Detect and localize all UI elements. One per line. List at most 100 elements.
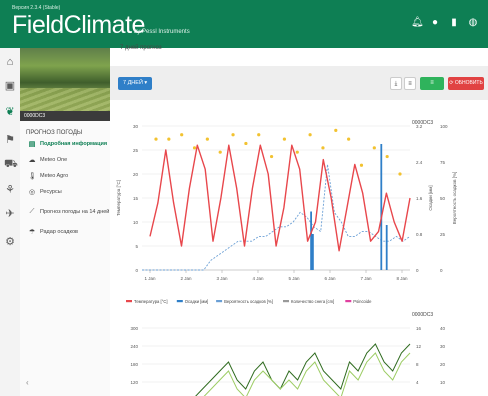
x-tick-label: 1 Jan: [144, 276, 156, 281]
precip-probability-line: [142, 164, 411, 271]
y-right-tick-label: 4: [416, 380, 419, 385]
precip-bar: [312, 234, 314, 270]
sidebar-item-label: Радар осадков: [40, 229, 78, 235]
legend-item: Вероятность осадков [%]: [224, 299, 273, 304]
weather-dot: [398, 172, 402, 176]
y-left-tick-label: 180: [130, 362, 138, 367]
precip-bar: [385, 225, 388, 270]
bar-chart-icon[interactable]: ▮: [449, 17, 459, 28]
icon-rail: ⌂ ▣ ❦ ⚑ ⛟ ⚘ ✈ ⚙: [0, 48, 21, 396]
line-chart-icon: ⟋: [29, 208, 35, 215]
x-tick-label: 6 Jan: [324, 276, 336, 281]
y-right-tick-label: 12: [416, 344, 422, 349]
weather-dot: [180, 133, 184, 137]
weather-dot: [385, 154, 389, 159]
legend-marker: [176, 300, 183, 303]
y-left-tick-label: 0: [135, 268, 138, 273]
weather-dot: [359, 163, 364, 167]
sidebar-section-title: ПРОГНОЗ ПОГОДЫ: [26, 130, 83, 136]
legend-item: Количество снега [cm]: [291, 299, 334, 304]
settings-icon[interactable]: ⚙: [4, 236, 16, 248]
sidebar-item-label: Meteo One: [40, 157, 68, 163]
station-photo: [20, 48, 110, 111]
y-right2-tick-label: 75: [440, 160, 446, 165]
sensor-icon[interactable]: ▣: [4, 80, 16, 92]
sidebar-item-forecast-14[interactable]: ⟋ Прогноз погоды на 14 дней: [28, 208, 110, 216]
x-tick-label: 8 Jan: [396, 276, 408, 281]
collapse-sidebar-icon[interactable]: ‹: [26, 378, 29, 387]
station-name[interactable]: 0000DC3: [20, 111, 110, 121]
chart-box-icon: ▤: [28, 141, 36, 148]
y-right2-tick-label: 20: [440, 362, 446, 367]
precip-bar: [380, 144, 383, 270]
brand-logo[interactable]: FieldClimate: [12, 10, 145, 40]
chart-title: 0000DC3: [412, 312, 433, 318]
home-icon[interactable]: ⌂: [4, 56, 16, 68]
sidebar-item-meteo-one[interactable]: ☁ Meteo One: [28, 156, 68, 164]
y-left-tick-label: 240: [130, 344, 138, 349]
legend-marker: [126, 300, 132, 303]
y-left-tick-label: 30: [133, 124, 139, 129]
weather-dot: [334, 128, 338, 132]
main-content: 7 дней прогноз 7 ДНЕЙ ▾ ⤓ ≡ ≡ ⟳ ОБНОВИТЬ…: [110, 45, 488, 396]
sidebar: 0000DC3 ПРОГНОЗ ПОГОДЫ ▤ Подробная инфор…: [20, 48, 111, 396]
legend-marker: [345, 300, 352, 303]
x-tick-label: 3 Jan: [216, 276, 228, 281]
sidebar-item-meteo-agro[interactable]: 🌡︎ Meteo Agro: [28, 172, 68, 180]
weather-dot: [269, 154, 274, 159]
y-right2-tick-label: 50: [440, 196, 446, 201]
y-left-axis-label: Температура [°C]: [116, 180, 121, 216]
leaf-icon[interactable]: ❦: [4, 106, 16, 118]
radar-icon: ☂: [28, 229, 36, 236]
legend-item: Осадки [мм]: [185, 299, 209, 304]
sidebar-item-resources[interactable]: ◎ Ресурсы: [28, 188, 62, 196]
weather-dot: [218, 150, 222, 154]
y-right2-tick-label: 40: [440, 326, 446, 331]
target-icon: ◎: [28, 189, 36, 196]
y-left-tick-label: 300: [130, 326, 138, 331]
series-dark-line: [195, 343, 411, 396]
legend-item: Psincoide: [353, 299, 372, 304]
weather-dot: [154, 137, 158, 141]
y-left-tick-label: 15: [133, 196, 139, 201]
x-tick-label: 4 Jan: [252, 276, 264, 281]
weather-dot: [347, 137, 351, 141]
y-left-tick-label: 20: [133, 172, 139, 177]
y-right-tick-label: 0.8: [416, 232, 423, 237]
y-right2-tick-label: 0: [440, 268, 443, 273]
top-bar: Версия 2.3.4 (Stable) FieldClimate by Pe…: [0, 0, 488, 48]
user-icon[interactable]: ●: [430, 17, 440, 28]
y-right2-tick-label: 25: [440, 232, 446, 237]
sidebar-item-details[interactable]: ▤ Подробная информация: [28, 140, 107, 148]
weather-dot: [282, 137, 287, 141]
bell-icon[interactable]: 🔔︎: [411, 17, 424, 28]
weather-dot: [167, 137, 171, 141]
globe-icon[interactable]: ◍: [468, 17, 478, 28]
cloud-icon: ☁: [28, 157, 36, 164]
y-right-tick-label: 8: [416, 362, 419, 367]
station-icon[interactable]: ⚘: [4, 184, 16, 196]
map-icon[interactable]: ⚑: [4, 134, 16, 146]
weather-dot: [321, 146, 325, 150]
sidebar-item-label: Подробная информация: [40, 141, 108, 147]
drone-icon[interactable]: ✈: [4, 208, 16, 220]
y-right2-axis-label: Вероятность осадков [%]: [452, 172, 457, 224]
thermometer-icon: 🌡︎: [28, 173, 37, 180]
y-left-tick-label: 120: [130, 380, 138, 385]
weather-dot: [231, 133, 235, 137]
series-light-line: [203, 352, 411, 396]
weather-dot: [295, 150, 299, 154]
weather-dot: [372, 146, 376, 150]
weather-dot: [244, 141, 248, 146]
x-tick-label: 2 Jan: [180, 276, 192, 281]
sidebar-item-label: Ресурсы: [40, 189, 62, 195]
weather-dot: [205, 137, 209, 141]
tractor-icon[interactable]: ⛟: [4, 158, 18, 170]
y-right-tick-label: 1.6: [416, 196, 423, 201]
legend-marker: [283, 300, 289, 303]
weather-dot: [257, 133, 261, 137]
y-right2-tick-label: 10: [440, 380, 446, 385]
sidebar-item-radar[interactable]: ☂ Радар осадков: [28, 228, 78, 236]
y-right-tick-label: 16: [416, 326, 422, 331]
x-tick-label: 7 Jan: [360, 276, 372, 281]
